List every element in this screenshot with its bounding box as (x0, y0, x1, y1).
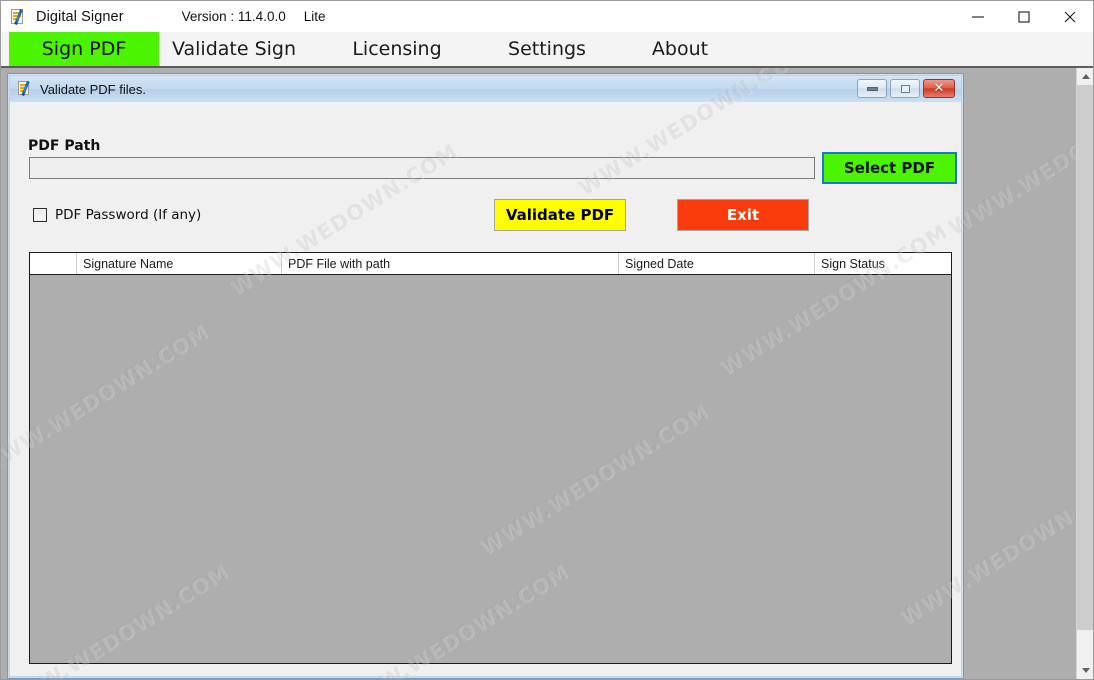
validate-pdf-button[interactable]: Validate PDF (494, 199, 626, 231)
maximize-button[interactable] (1001, 1, 1047, 32)
child-close-button[interactable]: ✕ (923, 79, 955, 98)
document-pen-icon (10, 8, 28, 26)
child-restore-button[interactable] (890, 79, 920, 98)
chevron-down-icon (1081, 668, 1090, 673)
tab-sign-pdf[interactable]: Sign PDF (9, 32, 159, 66)
app-title: Digital Signer (36, 8, 124, 25)
pdf-password-label: PDF Password (If any) (55, 207, 202, 223)
application-window: Digital Signer Version : 11.4.0.0 Lite S… (0, 0, 1094, 680)
mdi-client-area: Validate PDF files. ✕ PDF Path Select PD… (1, 68, 1093, 679)
chevron-up-icon (1081, 74, 1090, 79)
tab-label: Licensing (352, 38, 442, 60)
close-icon: ✕ (933, 81, 945, 96)
child-window-title: Validate PDF files. (40, 81, 146, 97)
minimize-icon (972, 15, 984, 18)
scroll-down-button[interactable] (1077, 662, 1093, 679)
app-edition: Lite (303, 9, 326, 24)
minimize-button[interactable] (955, 1, 1001, 32)
child-minimize-button[interactable] (857, 79, 887, 98)
exit-label: Exit (726, 206, 760, 224)
pdf-path-input[interactable] (29, 157, 815, 179)
scroll-up-button[interactable] (1077, 68, 1093, 85)
tab-label: Settings (508, 38, 586, 60)
validate-pdf-child-window: Validate PDF files. ✕ PDF Path Select PD… (7, 73, 964, 679)
tab-bar: Sign PDF Validate Sign Licensing Setting… (1, 32, 1093, 68)
close-icon (1064, 11, 1076, 22)
grid-header-row: Signature Name PDF File with path Signed… (30, 253, 951, 275)
vertical-scrollbar[interactable] (1076, 68, 1093, 679)
grid-column-header-signed-date[interactable]: Signed Date (619, 253, 815, 274)
tab-label: Validate Sign (171, 38, 297, 60)
signature-results-grid[interactable]: Signature Name PDF File with path Signed… (29, 252, 952, 664)
child-window-body: PDF Path Select PDF PDF Password (If any… (10, 102, 961, 676)
tab-about[interactable]: About (629, 32, 731, 66)
child-window-controls: ✕ (857, 79, 955, 98)
tab-label: Sign PDF (41, 38, 127, 60)
window-controls (955, 1, 1093, 32)
grid-column-header-pdf-file-path[interactable]: PDF File with path (282, 253, 619, 274)
select-pdf-label: Select PDF (843, 159, 936, 177)
scrollbar-track[interactable] (1077, 85, 1093, 662)
pdf-password-checkbox[interactable] (33, 208, 47, 222)
grid-column-header-selector[interactable] (30, 253, 77, 274)
watermark-text: WWW.WEDOWN.COM (944, 79, 1093, 241)
grid-body (30, 275, 951, 663)
grid-column-header-signature-name[interactable]: Signature Name (77, 253, 282, 274)
grid-column-header-sign-status[interactable]: Sign Status (815, 253, 951, 274)
tab-licensing[interactable]: Licensing (331, 32, 463, 66)
maximize-icon (1018, 10, 1030, 23)
tab-settings[interactable]: Settings (488, 32, 606, 66)
exit-button[interactable]: Exit (677, 199, 809, 231)
pdf-path-label: PDF Path (28, 138, 101, 154)
tab-validate-sign[interactable]: Validate Sign (159, 32, 309, 66)
validate-pdf-label: Validate PDF (505, 206, 615, 224)
select-pdf-button[interactable]: Select PDF (822, 152, 957, 184)
pdf-password-checkbox-row[interactable]: PDF Password (If any) (33, 207, 201, 223)
title-bar: Digital Signer Version : 11.4.0.0 Lite (1, 1, 1093, 32)
child-window-title-bar: Validate PDF files. ✕ (10, 76, 961, 102)
document-pen-icon (17, 80, 33, 97)
tab-label: About (651, 38, 709, 60)
scrollbar-thumb[interactable] (1077, 85, 1093, 630)
close-button[interactable] (1047, 1, 1093, 32)
minimize-icon (866, 86, 878, 91)
restore-icon (900, 84, 910, 93)
app-version: Version : 11.4.0.0 (181, 9, 286, 24)
